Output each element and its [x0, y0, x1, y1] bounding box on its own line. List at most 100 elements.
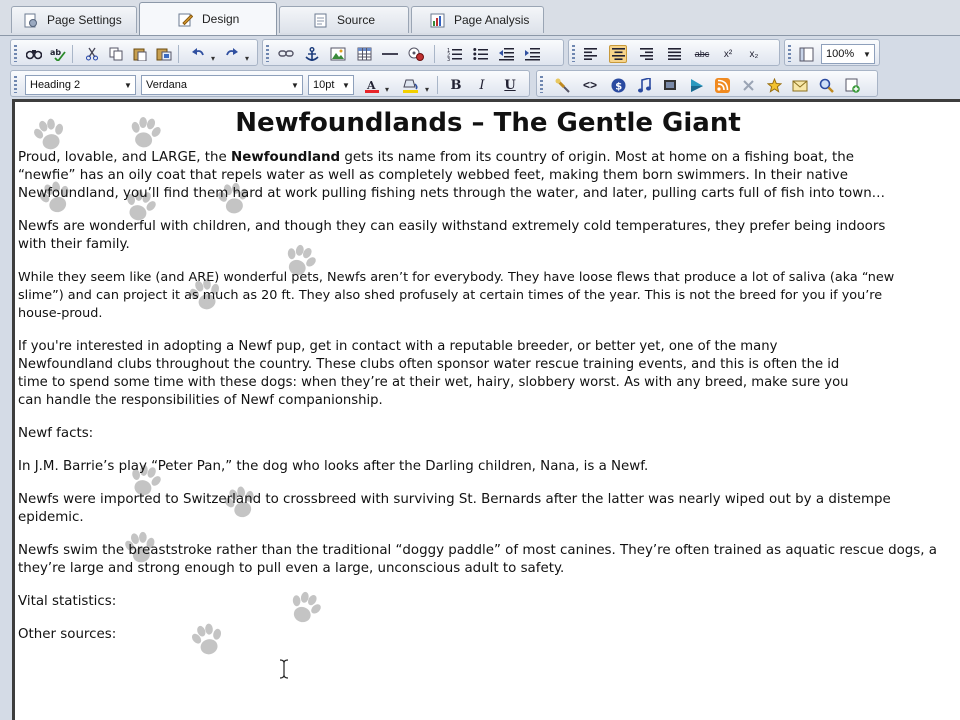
paragraph-line: If you're interested in adopting a Newf …	[18, 339, 778, 354]
font-family-value: Verdana	[146, 79, 187, 91]
tab-page-settings[interactable]: Page Settings	[11, 6, 137, 33]
star-icon[interactable]	[765, 76, 783, 94]
paragraph-line: time to spend some time with these dogs:…	[18, 375, 849, 390]
email-icon[interactable]	[791, 76, 809, 94]
paragraph-intro: Proud, lovable, and LARGE, the Newfoundl…	[18, 149, 960, 203]
toolbar-group-insert: 123	[262, 39, 564, 66]
format-painter-icon[interactable]	[553, 76, 571, 94]
italic-button[interactable]: I	[473, 76, 491, 94]
page-settings-icon	[23, 13, 38, 28]
paragraph-line: Newfoundland clubs throughout the countr…	[18, 357, 840, 372]
highlight-color-icon[interactable]	[401, 76, 419, 94]
svg-text:ab: ab	[50, 48, 61, 57]
source-page-icon	[313, 13, 328, 28]
highlight-dropdown-icon[interactable]: ▾	[423, 76, 431, 94]
hyperlink-icon[interactable]	[277, 45, 295, 63]
font-color-dropdown-icon[interactable]: ▾	[383, 76, 391, 94]
currency-icon[interactable]: $	[609, 76, 627, 94]
paste-icon[interactable]	[131, 45, 149, 63]
music-note-icon[interactable]	[635, 76, 653, 94]
tab-label: Design	[202, 12, 240, 26]
chevron-down-icon: ▼	[124, 80, 132, 90]
paragraph-style-value: Heading 2	[30, 79, 81, 91]
toolbar-grip	[266, 45, 269, 62]
toolbar-grip	[572, 45, 575, 62]
bold-button[interactable]: B	[447, 76, 465, 94]
chart-icon	[430, 13, 445, 28]
tab-design[interactable]: Design	[139, 2, 277, 35]
rss-icon[interactable]	[713, 76, 731, 94]
font-family-select[interactable]: Verdana ▼	[141, 75, 303, 95]
toolbar-separator	[72, 45, 73, 63]
toolbar-group-alignment: abc x² x₂	[568, 39, 780, 66]
vital-statistics-heading: Vital statistics:	[18, 594, 117, 609]
tab-label: Source	[337, 13, 376, 27]
undo-dropdown-icon[interactable]: ▾	[209, 45, 217, 63]
outdent-icon[interactable]	[497, 45, 515, 63]
paragraph-line: they’re large and strong enough to pull …	[18, 561, 565, 576]
spell-check-icon[interactable]: ab	[49, 45, 67, 63]
insert-table-icon[interactable]	[355, 45, 373, 63]
paragraph-line: epidemic.	[18, 510, 84, 525]
paragraph-adopting: If you're interested in adopting a Newf …	[18, 338, 960, 410]
bullet-list-icon[interactable]	[471, 45, 489, 63]
clean-format-icon[interactable]	[739, 76, 757, 94]
toolbar-group-zoom: 100% ▼	[784, 39, 880, 66]
paragraph-children: Newfs are wonderful with children, and t…	[18, 218, 960, 254]
align-center-icon[interactable]	[609, 45, 627, 63]
cut-icon[interactable]	[83, 45, 101, 63]
paragraph-line: house-proud.	[18, 306, 103, 321]
design-editor-area[interactable]: Newfoundlands – The Gentle Giant Proud, …	[12, 99, 960, 720]
paragraph-line: Newfs swim the breaststroke rather than …	[18, 543, 937, 558]
paragraph-style-select[interactable]: Heading 2 ▼	[25, 75, 136, 95]
flash-icon[interactable]	[687, 76, 705, 94]
tab-source[interactable]: Source	[279, 6, 409, 33]
anchor-icon[interactable]	[303, 45, 321, 63]
numbered-list-icon[interactable]: 123	[445, 45, 463, 63]
find-icon[interactable]	[25, 45, 43, 63]
paragraph-line: slime”) and can project it as much as 20…	[18, 288, 883, 303]
copy-icon[interactable]	[107, 45, 125, 63]
toolbar-grip	[788, 45, 791, 62]
paragraph-line: Proud, lovable, and LARGE, the Newfoundl…	[18, 149, 960, 167]
horizontal-rule-icon[interactable]	[381, 45, 399, 63]
superscript-button[interactable]: x²	[719, 45, 737, 63]
indent-icon[interactable]	[523, 45, 541, 63]
source-tag-button[interactable]: <>	[579, 76, 601, 94]
fact-breaststroke: Newfs swim the breaststroke rather than …	[18, 542, 960, 578]
tab-page-analysis[interactable]: Page Analysis	[411, 6, 544, 33]
toolbar-separator	[178, 45, 179, 63]
search-zoom-icon[interactable]	[817, 76, 835, 94]
film-icon[interactable]	[661, 76, 679, 94]
toolbar-group-tools: <> $	[536, 70, 878, 97]
align-left-icon[interactable]	[581, 45, 599, 63]
strikethrough-button[interactable]: abc	[691, 45, 713, 63]
design-pencil-icon	[178, 12, 194, 27]
subscript-button[interactable]: x₂	[745, 45, 763, 63]
paragraph-line: While they seem like (and ARE) wonderful…	[18, 270, 895, 285]
paragraph-line: Newfs were imported to Switzerland to cr…	[18, 492, 891, 507]
editor-toolbars: ab ▾ ▾ 1 2 3 abc x² x₂ 100% ▼ Heading 2 …	[0, 35, 960, 99]
underline-button[interactable]: U	[501, 76, 519, 94]
tab-label: Page Analysis	[454, 13, 530, 27]
paste-special-icon[interactable]	[155, 45, 173, 63]
justify-icon[interactable]	[665, 45, 683, 63]
page-view-icon[interactable]	[797, 45, 815, 63]
add-item-icon[interactable]	[843, 76, 861, 94]
tab-label: Page Settings	[47, 13, 122, 27]
document-content[interactable]: Newfoundlands – The Gentle Giant Proud, …	[18, 106, 960, 659]
font-size-select[interactable]: 10pt ▼	[308, 75, 354, 95]
align-right-icon[interactable]	[637, 45, 655, 63]
redo-dropdown-icon[interactable]: ▾	[243, 45, 251, 63]
redo-icon[interactable]	[223, 45, 241, 63]
insert-media-icon[interactable]	[407, 45, 425, 63]
toolbar-separator	[434, 45, 435, 63]
fact-peter-pan: In J.M. Barrie’s play “Peter Pan,” the d…	[18, 459, 649, 474]
undo-icon[interactable]	[189, 45, 207, 63]
text-cursor-ibeam-icon	[279, 659, 289, 679]
zoom-select[interactable]: 100% ▼	[821, 44, 875, 64]
font-color-icon[interactable]: A	[363, 76, 381, 94]
insert-image-icon[interactable]	[329, 45, 347, 63]
paragraph-line: “newfie” has an oily coat that repels wa…	[18, 168, 848, 183]
toolbar-grip	[14, 76, 17, 93]
